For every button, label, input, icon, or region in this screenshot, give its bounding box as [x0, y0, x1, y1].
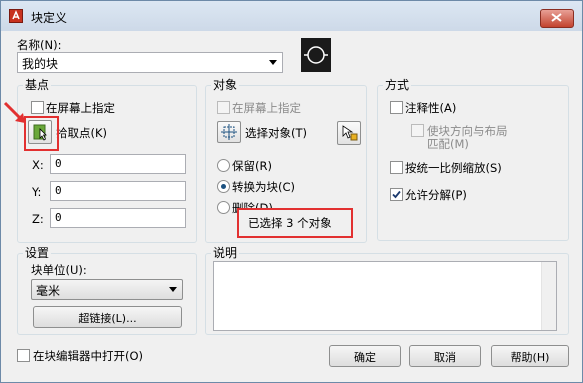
name-label: 名称(N):	[17, 38, 62, 52]
convert-to-block-label: 转换为块(C)	[232, 180, 296, 194]
selection-status: 已选择 3 个对象	[248, 216, 332, 230]
allow-exploding-label: 允许分解(P)	[405, 188, 467, 202]
help-button[interactable]: 帮助(H)	[491, 345, 569, 367]
help-button-label: 帮助(H)	[510, 351, 550, 364]
radio-selected-dot	[221, 184, 226, 189]
dialog-title: 块定义	[31, 11, 68, 25]
delete-radio[interactable]	[217, 201, 230, 214]
retain-radio[interactable]	[217, 159, 230, 172]
base-specify-on-screen-checkbox[interactable]	[31, 101, 44, 114]
objects-title: 对象	[211, 76, 240, 93]
chevron-down-icon	[269, 60, 277, 65]
quick-select-button[interactable]	[337, 121, 361, 145]
highlight-box-pick-point	[24, 116, 59, 151]
description-textarea[interactable]	[213, 261, 557, 331]
block-preview-icon	[301, 38, 331, 72]
z-label: Z:	[32, 212, 44, 226]
close-button[interactable]	[540, 9, 574, 28]
objects-specify-on-screen-label: 在屏幕上指定	[232, 101, 301, 115]
pick-point-label: 拾取点(K)	[56, 126, 108, 140]
annotative-label: 注释性(A)	[405, 101, 457, 115]
y-label: Y:	[32, 185, 42, 199]
quick-select-icon	[342, 125, 358, 141]
ok-button[interactable]: 确定	[329, 345, 401, 367]
chevron-down-icon	[169, 287, 177, 292]
app-icon	[9, 9, 23, 23]
scale-uniformly-label: 按统一比例缩放(S)	[405, 161, 502, 175]
hyperlink-button[interactable]: 超链接(L)...	[33, 306, 182, 328]
match-orientation-label-2: 匹配(M)	[427, 137, 469, 151]
open-in-editor-checkbox[interactable]	[17, 349, 30, 362]
scale-uniformly-checkbox[interactable]	[390, 161, 403, 174]
y-input-field[interactable]	[51, 182, 189, 198]
behavior-title: 方式	[383, 76, 412, 93]
base-point-title: 基点	[23, 76, 52, 93]
name-combobox[interactable]: 我的块	[17, 52, 283, 73]
annotative-checkbox[interactable]	[390, 101, 403, 114]
title-bar: 块定义	[1, 1, 582, 31]
red-arrow-icon	[3, 101, 25, 123]
name-value: 我的块	[22, 57, 59, 71]
z-input[interactable]	[50, 208, 189, 228]
block-unit-combobox[interactable]: 毫米	[31, 279, 183, 300]
select-objects-icon	[221, 124, 237, 140]
hyperlink-button-label: 超链接(L)...	[78, 312, 137, 325]
settings-title: 设置	[23, 244, 52, 261]
block-definition-dialog: 块定义 名称(N): 我的块 基点 在屏幕上指定 拾取点(K) X: Y: Z:…	[0, 0, 583, 383]
description-scrollbar[interactable]	[541, 262, 556, 330]
checkmark-icon	[392, 190, 401, 199]
z-input-field[interactable]	[51, 209, 189, 225]
x-input-field[interactable]	[51, 155, 189, 171]
ok-button-label: 确定	[354, 351, 376, 364]
close-icon	[551, 13, 562, 22]
block-unit-value: 毫米	[36, 284, 61, 298]
allow-exploding-checkbox[interactable]	[390, 188, 403, 201]
block-unit-label: 块单位(U):	[31, 263, 87, 277]
select-objects-label: 选择对象(T)	[245, 126, 307, 140]
cancel-button-label: 取消	[434, 351, 456, 364]
cancel-button[interactable]: 取消	[409, 345, 481, 367]
match-orientation-checkbox[interactable]	[411, 124, 424, 137]
description-title: 说明	[211, 244, 240, 261]
select-objects-button[interactable]	[217, 121, 241, 143]
x-label: X:	[32, 158, 44, 172]
x-input[interactable]	[50, 154, 189, 174]
y-input[interactable]	[50, 181, 189, 201]
objects-specify-on-screen-checkbox[interactable]	[217, 101, 230, 114]
retain-label: 保留(R)	[232, 159, 272, 173]
convert-to-block-radio[interactable]	[217, 180, 230, 193]
base-specify-on-screen-label: 在屏幕上指定	[46, 101, 115, 115]
open-in-editor-label: 在块编辑器中打开(O)	[33, 349, 144, 363]
